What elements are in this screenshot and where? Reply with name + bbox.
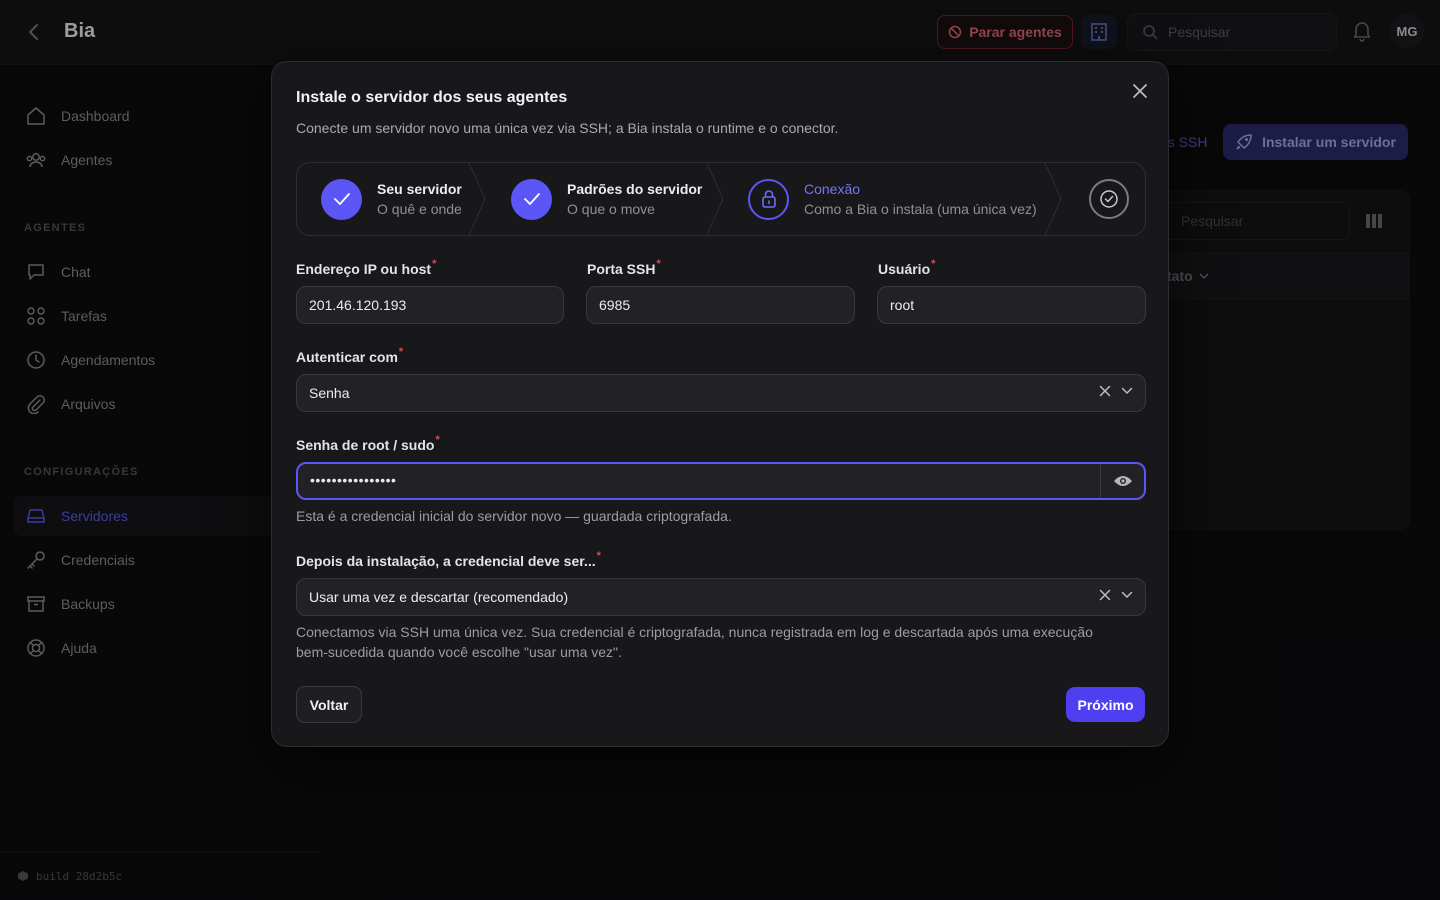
step-done-indicator [511,178,552,220]
step-desc: Como a Bia o instala (uma única vez) [804,201,1037,217]
eye-icon [1113,476,1132,486]
after-install-hint-line1: Conectamos via SSH uma única vez. Sua cr… [296,624,1093,640]
after-install-hint: Conectamos via SSH uma única vez. Sua cr… [296,622,1093,662]
toggle-password-visibility-button[interactable] [1100,464,1144,498]
port-label-text: Porta SSH [587,261,656,277]
next-button[interactable]: Próximo [1066,687,1145,722]
step-name: Conexão [804,181,861,197]
username-input[interactable]: root [877,286,1146,324]
ssh-port-input[interactable]: 6985 [586,286,855,324]
host-label-text: Endereço IP ou host [296,261,432,277]
step-name: Padrões do servidor [567,181,703,197]
install-stepper: Seu servidor O quê e onde Padrões do ser… [296,162,1146,236]
required-marker: * [656,258,661,270]
required-marker: * [432,258,437,270]
required-marker: * [398,346,404,358]
after-install-label-text: Depois da instalação, a credencial deve … [296,553,596,569]
password-masked-value: •••••••••••••••• [310,472,397,488]
required-marker: * [596,550,601,562]
after-install-field-label: Depois da instalação, a credencial deve … [296,550,601,569]
step-name: Seu servidor [377,181,462,197]
step-desc: O que o move [567,201,655,217]
required-marker: * [435,434,440,446]
host-field-label: Endereço IP ou host* [296,258,437,277]
install-server-modal: Instale o servidor dos seus agentes Cone… [271,61,1169,747]
check-circle-icon [1100,190,1118,208]
credential-retention-select[interactable]: Usar uma vez e descartar (recomendado) [296,578,1146,616]
credential-retention-value: Usar uma vez e descartar (recomendado) [309,589,569,605]
auth-method-select[interactable]: Senha [296,374,1146,412]
step-separator [707,163,724,235]
step-server-defaults[interactable]: Padrões do servidor O que o move [511,163,702,235]
user-label-text: Usuário [878,261,931,277]
password-field-label: Senha de root / sudo* [296,434,440,453]
clear-icon[interactable] [1099,385,1111,397]
step-current-indicator [748,178,789,220]
auth-label-text: Autenticar com [296,349,398,365]
lock-icon [761,190,776,208]
required-marker: * [931,258,936,270]
chevron-down-icon[interactable] [1121,387,1133,395]
auth-method-value: Senha [309,385,350,401]
password-label-text: Senha de root / sudo [296,437,435,453]
root-password-input[interactable]: •••••••••••••••• [296,462,1146,500]
auth-field-label: Autenticar com* [296,346,404,365]
close-modal-button[interactable] [1127,78,1153,104]
back-button[interactable]: Voltar [296,686,362,723]
step-separator [469,163,486,235]
close-icon [1133,84,1147,98]
chevron-down-icon[interactable] [1121,591,1133,599]
step-connection[interactable]: Conexão Como a Bia o instala (uma única … [748,163,1037,235]
check-icon [333,193,350,205]
step-desc: O quê e onde [377,201,462,217]
modal-subtitle: Conecte um servidor novo uma única vez v… [296,120,839,136]
step-done-indicator [321,178,362,220]
after-install-hint-line2: bem-sucedida quando você escolhe "usar u… [296,644,622,660]
port-field-label: Porta SSH* [587,258,661,277]
check-icon [523,193,540,205]
user-field-label: Usuário* [878,258,936,277]
modal-title: Instale o servidor dos seus agentes [296,89,568,106]
step-review[interactable] [1089,163,1129,235]
step-your-server[interactable]: Seu servidor O quê e onde [321,163,462,235]
password-hint: Esta é a credencial inicial do servidor … [296,508,732,524]
step-pending-indicator [1089,179,1129,219]
clear-icon[interactable] [1099,589,1111,601]
step-separator [1045,163,1062,235]
host-input[interactable]: 201.46.120.193 [296,286,564,324]
